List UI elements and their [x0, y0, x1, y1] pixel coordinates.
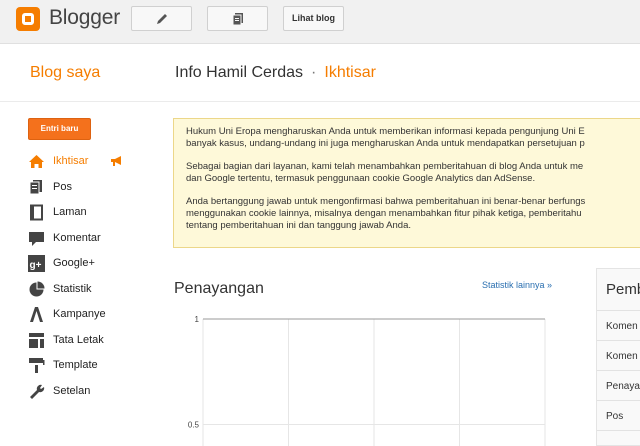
sidebar-item-google-plus[interactable]: g+ Google+ — [28, 254, 168, 280]
sidebar-item-label: Ikhtisar — [53, 155, 89, 167]
brand-name[interactable]: Blogger — [49, 6, 120, 30]
breadcrumb: Info Hamil Cerdas · Ikhtisar — [175, 64, 376, 82]
notice-paragraph: Hukum Uni Eropa mengharuskan Anda untuk … — [186, 126, 640, 150]
megaphone-icon[interactable] — [110, 155, 124, 167]
breadcrumb-separator: · — [311, 64, 317, 81]
divider — [597, 340, 640, 341]
sidebar-item-label: Komentar — [53, 231, 101, 244]
notice-text: tentang pemberitahuan ini dan tanggung j… — [186, 220, 412, 231]
divider — [597, 370, 640, 371]
sidebar-item-stats[interactable]: Statistik — [28, 280, 168, 306]
page-icon — [30, 204, 43, 221]
sidebar-item-posts[interactable]: Pos — [28, 178, 168, 204]
notice-paragraph: Sebagai bagian dari layanan, kami telah … — [186, 161, 640, 185]
sidebar-item-settings[interactable]: Setelan — [28, 382, 168, 408]
right-panel-item[interactable]: Komen — [606, 321, 638, 332]
posts-icon — [232, 12, 243, 25]
more-stats-link[interactable]: Statistik lainnya » — [482, 280, 552, 290]
view-blog-button[interactable]: Lihat blog — [283, 6, 344, 31]
sidebar-nav: Ikhtisar Pos Laman Komentar g+ Google+ S… — [28, 152, 168, 407]
my-blogs-link[interactable]: Blog saya — [30, 64, 100, 82]
notice-text: banyak kasus, undang-undang ini juga men… — [186, 138, 585, 149]
sidebar-item-layout[interactable]: Tata Letak — [28, 331, 168, 357]
adwords-icon — [30, 307, 43, 322]
notice-text: menggunakan cookie lainnya, misalnya den… — [186, 208, 582, 219]
right-panel: Pemb Komen Komen Penaya Pos — [596, 268, 640, 446]
wrench-icon — [30, 384, 45, 399]
sidebar-item-label: Kampanye — [53, 308, 106, 320]
notice-paragraph: Anda bertanggung jawab untuk mengonfirma… — [186, 196, 640, 232]
sidebar-item-label: Tata Letak — [53, 333, 104, 346]
page-header: Blog saya Info Hamil Cerdas · Ikhtisar — [0, 44, 640, 102]
notice-text: Sebagai bagian dari layanan, kami telah … — [186, 161, 584, 172]
new-post-pencil-button[interactable] — [131, 6, 192, 31]
divider — [597, 310, 640, 311]
right-panel-item[interactable]: Komen — [606, 351, 638, 362]
posts-icon — [29, 179, 42, 194]
right-panel-item[interactable]: Penaya — [606, 381, 640, 392]
google-plus-icon: g+ — [28, 255, 45, 272]
notice-text: dan Google tertentu, termasuk penggunaan… — [186, 173, 536, 184]
sidebar-item-label: Template — [53, 359, 98, 371]
top-bar: Blogger Lihat blog — [0, 0, 640, 44]
paint-roller-icon — [29, 358, 45, 373]
sidebar-item-pages[interactable]: Laman — [28, 203, 168, 229]
sidebar-item-overview[interactable]: Ikhtisar — [28, 152, 168, 178]
sidebar-item-label: Setelan — [53, 384, 91, 397]
blogger-logo-icon[interactable] — [16, 7, 40, 31]
layout-icon — [29, 332, 44, 348]
blog-name[interactable]: Info Hamil Cerdas — [175, 64, 303, 81]
pie-chart-icon — [29, 281, 45, 296]
posts-list-button[interactable] — [207, 6, 268, 31]
sidebar-item-comments[interactable]: Komentar — [28, 229, 168, 255]
notice-text: Hukum Uni Eropa mengharuskan Anda untuk … — [186, 126, 585, 137]
svg-text:g+: g+ — [30, 260, 42, 271]
sidebar-item-campaigns[interactable]: Kampanye — [28, 305, 168, 331]
chart-y-tick-label: 1 — [195, 315, 200, 324]
current-page-title: Ikhtisar — [324, 64, 376, 81]
notice-text: Anda bertanggung jawab untuk mengonfirma… — [186, 196, 586, 207]
comment-icon — [29, 231, 44, 246]
divider — [597, 430, 640, 431]
pencil-icon — [156, 13, 167, 24]
chart-y-tick-label: 0.5 — [188, 421, 200, 430]
sidebar-item-label: Google+ — [53, 257, 95, 269]
sidebar-item-label: Laman — [53, 206, 87, 218]
divider — [597, 400, 640, 401]
pageviews-chart: 10.5 — [188, 315, 546, 446]
sidebar-item-template[interactable]: Template — [28, 356, 168, 382]
right-panel-title: Pemb — [606, 281, 640, 298]
sidebar-item-label: Statistik — [53, 282, 92, 295]
sidebar-item-label: Pos — [53, 180, 72, 193]
home-icon — [29, 155, 44, 168]
pageviews-title: Penayangan — [174, 280, 264, 297]
new-post-button[interactable]: Entri baru — [28, 118, 91, 140]
right-panel-item[interactable]: Pos — [606, 411, 623, 422]
eu-cookie-notice: Hukum Uni Eropa mengharuskan Anda untuk … — [173, 118, 640, 248]
